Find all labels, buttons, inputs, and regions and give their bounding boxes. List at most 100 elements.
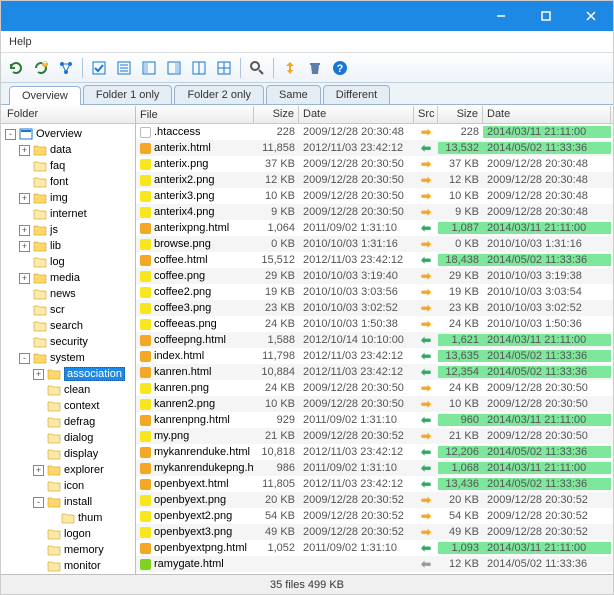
- action-sync-button[interactable]: [279, 57, 301, 79]
- tree-node-install[interactable]: -install: [1, 494, 135, 510]
- file-row[interactable]: openbyext.png20 KB2009/12/28 20:30:52➡20…: [136, 492, 613, 508]
- file-row[interactable]: index.html11,7982012/11/03 23:42:12⬅13,6…: [136, 348, 613, 364]
- tree-node-association[interactable]: +association: [1, 366, 135, 382]
- view-detail2-button[interactable]: [163, 57, 185, 79]
- expand-icon[interactable]: +: [33, 465, 44, 476]
- tree-node-data[interactable]: +data: [1, 142, 135, 158]
- tree-node-log[interactable]: log: [1, 254, 135, 270]
- column-header-src[interactable]: Src: [414, 106, 438, 123]
- column-header-size[interactable]: Size: [254, 106, 299, 123]
- tree-node-system[interactable]: -system: [1, 350, 135, 366]
- file-row[interactable]: kanren.png24 KB2009/12/28 20:30:50➡24 KB…: [136, 380, 613, 396]
- file-row[interactable]: openbyext2.png54 KB2009/12/28 20:30:52➡5…: [136, 508, 613, 524]
- view-list-button[interactable]: [113, 57, 135, 79]
- tree-node-memory[interactable]: memory: [1, 542, 135, 558]
- file-list-panel[interactable]: FileSizeDateSrcSizeDate .htaccess2282009…: [136, 106, 613, 574]
- menu-help[interactable]: Help: [9, 36, 32, 48]
- tab-same[interactable]: Same: [266, 85, 321, 104]
- file-row[interactable]: coffee2.png19 KB2010/10/03 3:03:56➡19 KB…: [136, 284, 613, 300]
- file-row[interactable]: coffeepng.html1,5882012/10/14 10:10:00⬅1…: [136, 332, 613, 348]
- file-row[interactable]: openbyext3.png49 KB2009/12/28 20:30:52➡4…: [136, 524, 613, 540]
- expand-icon[interactable]: -: [19, 353, 30, 364]
- column-header-file[interactable]: File: [136, 106, 254, 123]
- expand-icon[interactable]: +: [19, 225, 30, 236]
- tree-node-clean[interactable]: clean: [1, 382, 135, 398]
- expand-icon[interactable]: +: [19, 193, 30, 204]
- tree-node-img[interactable]: +img: [1, 190, 135, 206]
- size-left: 37 KB: [254, 158, 299, 170]
- file-row[interactable]: openbyext.html11,8052012/11/03 23:42:12⬅…: [136, 476, 613, 492]
- file-row[interactable]: anterix3.png10 KB2009/12/28 20:30:50➡10 …: [136, 188, 613, 204]
- tree-node-search[interactable]: search: [1, 318, 135, 334]
- close-button[interactable]: [568, 1, 613, 31]
- view-grid-button[interactable]: [213, 57, 235, 79]
- file-row[interactable]: openbyextpng.html1,0522011/09/02 1:31:10…: [136, 540, 613, 556]
- file-row[interactable]: coffee3.png23 KB2010/10/03 3:02:52➡23 KB…: [136, 300, 613, 316]
- folder-icon: [47, 464, 61, 476]
- file-row[interactable]: mykanrendukepng.html9862011/09/02 1:31:1…: [136, 460, 613, 476]
- tab-different[interactable]: Different: [323, 85, 390, 104]
- expand-icon[interactable]: +: [33, 369, 44, 380]
- column-header-size[interactable]: Size: [438, 106, 483, 123]
- tree-node-overview[interactable]: -Overview: [1, 126, 135, 142]
- tree-node-defrag[interactable]: defrag: [1, 414, 135, 430]
- maximize-button[interactable]: [523, 1, 568, 31]
- expand-icon[interactable]: +: [19, 145, 30, 156]
- file-row[interactable]: anterixpng.html1,0642011/09/02 1:31:10⬅1…: [136, 220, 613, 236]
- tree-node-explorer[interactable]: +explorer: [1, 462, 135, 478]
- expand-icon[interactable]: +: [19, 241, 30, 252]
- file-row[interactable]: ramygate.png⬅15 KB2009/11/04 22:31:36: [136, 572, 613, 574]
- file-row[interactable]: anterix.html11,8582012/11/03 23:42:12⬅13…: [136, 140, 613, 156]
- tab-folder-2-only[interactable]: Folder 2 only: [174, 85, 264, 104]
- file-row[interactable]: .htaccess2282009/12/28 20:30:48➡2282014/…: [136, 124, 613, 140]
- view-detail1-button[interactable]: [138, 57, 160, 79]
- file-row[interactable]: anterix.png37 KB2009/12/28 20:30:50➡37 K…: [136, 156, 613, 172]
- tree-node-context[interactable]: context: [1, 398, 135, 414]
- file-row[interactable]: ramygate.html⬅12 KB2014/05/02 11:33:36: [136, 556, 613, 572]
- tree-node-monitor[interactable]: monitor: [1, 558, 135, 574]
- file-row[interactable]: kanren.html10,8842012/11/03 23:42:12⬅12,…: [136, 364, 613, 380]
- tree-node-thum[interactable]: thum: [1, 510, 135, 526]
- expand-icon[interactable]: -: [5, 129, 16, 140]
- tree-node-font[interactable]: font: [1, 174, 135, 190]
- size-left: 11,798: [254, 350, 299, 362]
- refresh-button[interactable]: [5, 57, 27, 79]
- file-row[interactable]: browse.png0 KB2010/10/03 1:31:16➡0 KB201…: [136, 236, 613, 252]
- tab-overview[interactable]: Overview: [9, 86, 81, 105]
- tree-node-security[interactable]: security: [1, 334, 135, 350]
- tree-node-scr[interactable]: scr: [1, 302, 135, 318]
- help-button[interactable]: ?: [329, 57, 351, 79]
- file-row[interactable]: mykanrenduke.html10,8182012/11/03 23:42:…: [136, 444, 613, 460]
- file-row[interactable]: anterix4.png9 KB2009/12/28 20:30:50➡9 KB…: [136, 204, 613, 220]
- network-button[interactable]: [55, 57, 77, 79]
- file-row[interactable]: kanrenpng.html9292011/09/02 1:31:10⬅9602…: [136, 412, 613, 428]
- minimize-button[interactable]: [478, 1, 523, 31]
- tree-node-js[interactable]: +js: [1, 222, 135, 238]
- file-row[interactable]: coffee.html15,5122012/11/03 23:42:12⬅18,…: [136, 252, 613, 268]
- file-row[interactable]: anterix2.png12 KB2009/12/28 20:30:50➡12 …: [136, 172, 613, 188]
- tree-node-display[interactable]: display: [1, 446, 135, 462]
- file-row[interactable]: kanren2.png10 KB2009/12/28 20:30:50➡10 K…: [136, 396, 613, 412]
- action-delete-button[interactable]: [304, 57, 326, 79]
- file-row[interactable]: coffeeas.png24 KB2010/10/03 1:50:38➡24 K…: [136, 316, 613, 332]
- file-row[interactable]: my.png21 KB2009/12/28 20:30:52➡21 KB2009…: [136, 428, 613, 444]
- tree-node-lib[interactable]: +lib: [1, 238, 135, 254]
- tree-node-internet[interactable]: internet: [1, 206, 135, 222]
- view-split-button[interactable]: [188, 57, 210, 79]
- tree-node-faq[interactable]: faq: [1, 158, 135, 174]
- column-header-date[interactable]: Date: [483, 106, 611, 123]
- view-check-button[interactable]: [88, 57, 110, 79]
- file-row[interactable]: coffee.png29 KB2010/10/03 3:19:40➡29 KB2…: [136, 268, 613, 284]
- folder-tree-panel[interactable]: Folder -Overview+datafaqfont+imginternet…: [1, 106, 136, 574]
- tree-node-news[interactable]: news: [1, 286, 135, 302]
- search-button[interactable]: [246, 57, 268, 79]
- tree-node-icon[interactable]: icon: [1, 478, 135, 494]
- tree-node-media[interactable]: +media: [1, 270, 135, 286]
- tab-folder-1-only[interactable]: Folder 1 only: [83, 85, 173, 104]
- tree-node-dialog[interactable]: dialog: [1, 430, 135, 446]
- tree-node-logon[interactable]: logon: [1, 526, 135, 542]
- expand-icon[interactable]: -: [33, 497, 44, 508]
- column-header-date[interactable]: Date: [299, 106, 414, 123]
- refresh-add-button[interactable]: +: [30, 57, 52, 79]
- expand-icon[interactable]: +: [19, 273, 30, 284]
